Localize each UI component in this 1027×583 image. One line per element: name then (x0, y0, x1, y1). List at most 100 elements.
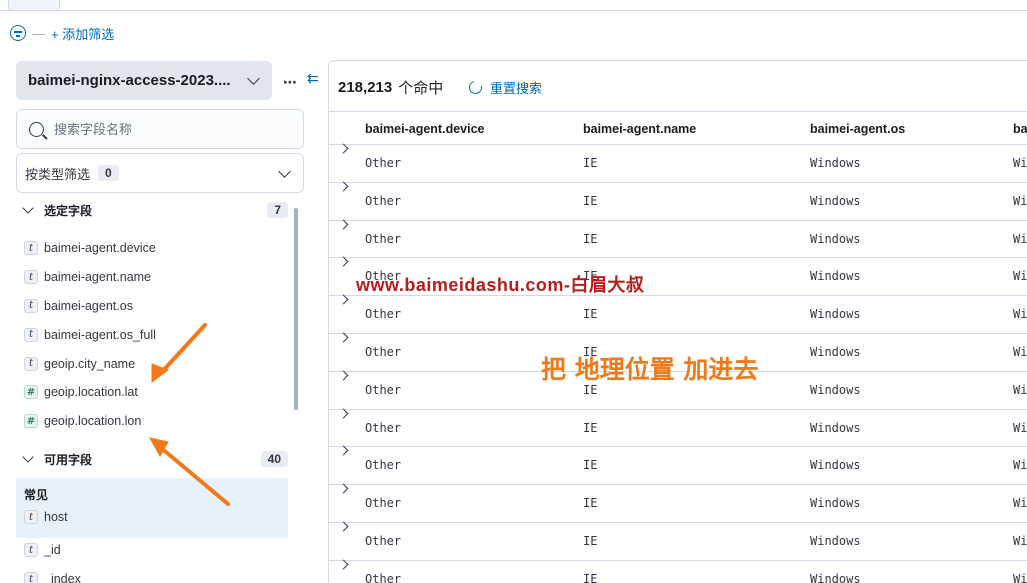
expand-row-icon[interactable] (338, 370, 349, 381)
table-cell: Windows (810, 344, 861, 359)
table-cell: Wi (1013, 533, 1027, 548)
type-filter-dropdown[interactable]: 按类型筛选 0 (16, 153, 304, 193)
table-cell: IE (583, 533, 598, 548)
expand-row-icon[interactable] (338, 256, 349, 267)
table-cell: Windows (810, 496, 861, 511)
expand-row-icon[interactable] (338, 181, 349, 192)
column-header[interactable]: ba (1013, 112, 1027, 146)
number-type-icon: # (24, 385, 38, 400)
table-cell: IE (583, 420, 598, 435)
selected-field-item[interactable]: t baimei-agent.os_full (24, 320, 292, 349)
column-header[interactable]: baimei-agent.device (365, 112, 485, 146)
selected-field-list: t baimei-agent.device t baimei-agent.name t b… (24, 234, 292, 436)
table-cell: Windows (810, 420, 861, 435)
table-cell: Other (365, 307, 402, 322)
selected-fields-count: 7 (267, 202, 288, 218)
table-row[interactable]: Other IE Windows Wi (329, 521, 1027, 561)
expand-row-icon[interactable] (338, 559, 349, 570)
discover-app: — + 添加筛选 baimei-nginx-access-2023.... ⋯ … (0, 0, 1027, 583)
more-options-icon[interactable]: ⋯ (283, 74, 297, 91)
top-tab[interactable] (8, 0, 60, 11)
selected-field-item[interactable]: t baimei-agent.device (24, 234, 292, 263)
add-filter-button[interactable]: + 添加筛选 (51, 24, 114, 43)
available-fields-header[interactable]: 可用字段 40 (22, 449, 288, 469)
table-row[interactable]: Other IE Windows Wi (329, 483, 1027, 523)
table-row[interactable]: Other IE Windows Wi (329, 445, 1027, 486)
top-tab-strip (0, 0, 1027, 11)
table-row[interactable]: Other IE Windows Wi (329, 559, 1027, 583)
column-header[interactable]: baimei-agent.name (583, 112, 696, 146)
table-cell: Wi (1013, 382, 1027, 397)
string-type-icon: t (24, 241, 38, 256)
filter-bar: — + 添加筛选 (10, 22, 114, 44)
expand-row-icon[interactable] (338, 408, 349, 419)
available-field-item[interactable]: t _index (24, 565, 292, 583)
table-cell: Wi (1013, 307, 1027, 322)
common-fields-group: 常见 t host (16, 478, 288, 538)
common-field-item[interactable]: t host (24, 507, 280, 527)
table-cell: Other (365, 458, 402, 473)
table-cell: Windows (810, 269, 861, 284)
selected-field-item[interactable]: # geoip.location.lat (24, 378, 292, 407)
table-cell: Other (365, 344, 402, 359)
table-cell: Windows (810, 571, 861, 583)
table-cell: IE (583, 193, 598, 208)
expand-row-icon[interactable] (338, 219, 349, 230)
collapse-sidebar-icon[interactable]: ⇇ (307, 70, 319, 87)
chevron-down-icon (247, 72, 260, 85)
table-row[interactable]: Other IE Windows Wi (329, 219, 1027, 259)
hits-counter: 218,213 个命中 (338, 77, 443, 98)
type-filter-label: 按类型筛选 (25, 166, 91, 182)
field-name: baimei-agent.name (44, 270, 152, 285)
selected-field-item[interactable]: t baimei-agent.os (24, 292, 292, 321)
reset-search-button[interactable]: 重置搜索 (466, 78, 542, 97)
table-cell: Other (365, 496, 402, 511)
sidebar-scrollbar[interactable] (294, 208, 298, 410)
table-row[interactable]: Other IE Windows Wi (329, 181, 1027, 221)
selected-field-item[interactable]: t geoip.city_name (24, 349, 292, 378)
documents-panel: 218,213 个命中 重置搜索 baimei-agent.device baim… (328, 60, 1027, 583)
table-cell: Wi (1013, 156, 1027, 170)
expand-row-icon[interactable] (338, 445, 349, 456)
table-cell: Windows (810, 533, 861, 548)
table-cell: Wi (1013, 193, 1027, 208)
table-cell: Other (365, 571, 402, 583)
index-pattern-name: baimei-nginx-access-2023.... (28, 72, 231, 89)
string-type-icon: t (24, 270, 38, 285)
table-cell: Windows (810, 231, 861, 246)
filter-icon[interactable] (10, 25, 26, 41)
table-cell: IE (583, 156, 598, 170)
available-field-item[interactable]: t _id (24, 536, 292, 565)
table-cell: IE (583, 571, 598, 583)
expand-row-icon[interactable] (338, 483, 349, 494)
table-row[interactable]: Other IE Windows Wi (329, 143, 1027, 183)
field-name: geoip.location.lon (44, 414, 142, 429)
hits-label: 个命中 (398, 80, 444, 97)
table-cell: Windows (810, 458, 861, 473)
field-name: _index (44, 572, 81, 583)
field-name: baimei-agent.os_full (44, 327, 156, 342)
field-search-input[interactable] (54, 121, 284, 137)
string-type-icon: t (24, 510, 38, 524)
index-pattern-picker[interactable]: baimei-nginx-access-2023.... (16, 61, 272, 100)
number-type-icon: # (24, 414, 38, 429)
available-fields-count: 40 (260, 451, 288, 467)
table-cell: Wi (1013, 420, 1027, 435)
table-cell: Wi (1013, 496, 1027, 511)
type-filter-count: 0 (98, 165, 119, 181)
expand-row-icon[interactable] (338, 332, 349, 343)
selected-field-item[interactable]: t baimei-agent.name (24, 263, 292, 292)
selected-fields-header[interactable]: 选定字段 7 (22, 200, 288, 220)
table-row[interactable]: Other IE Windows Wi (329, 408, 1027, 448)
table-cell: IE (583, 458, 598, 473)
table-cell: Other (365, 231, 402, 246)
selected-field-item[interactable]: # geoip.location.lon (24, 407, 292, 436)
table-row[interactable]: Other IE Windows Wi (329, 294, 1027, 334)
table-cell: Other (365, 382, 402, 397)
field-name: baimei-agent.device (44, 241, 156, 256)
string-type-icon: t (24, 298, 38, 313)
column-header[interactable]: baimei-agent.os (810, 112, 905, 146)
expand-row-icon[interactable] (338, 294, 349, 305)
expand-row-icon[interactable] (338, 143, 349, 154)
expand-row-icon[interactable] (338, 521, 349, 532)
